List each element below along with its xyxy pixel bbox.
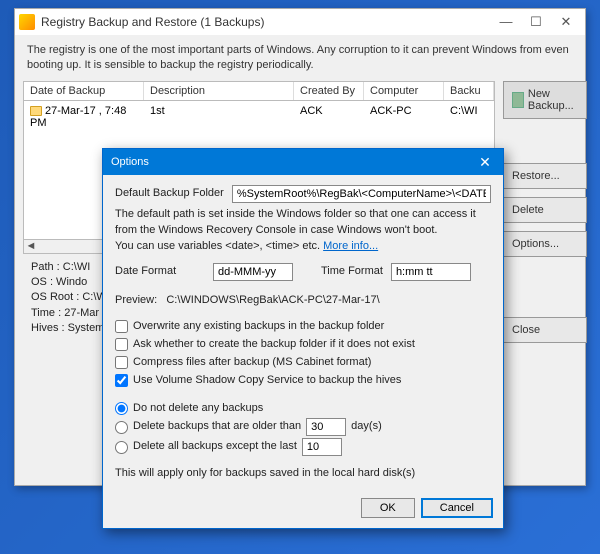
preview-value: C:\WINDOWS\RegBak\ACK-PC\27-Mar-17\ xyxy=(166,294,379,306)
table-row[interactable]: 27-Mar-17 , 7:48 PM 1st ACK ACK-PC C:\WI xyxy=(24,101,494,133)
vss-checkbox[interactable] xyxy=(115,374,128,387)
no-delete-radio[interactable] xyxy=(115,402,128,415)
overwrite-checkbox[interactable] xyxy=(115,320,128,333)
close-button-main[interactable]: Close xyxy=(503,317,587,343)
ask-create-label: Ask whether to create the backup folder … xyxy=(133,337,415,353)
vss-label: Use Volume Shadow Copy Service to backup… xyxy=(133,373,401,389)
maximize-button[interactable]: ☐ xyxy=(521,12,551,32)
dialog-titlebar: Options ✕ xyxy=(103,149,503,175)
app-icon xyxy=(19,14,35,30)
time-format-label: Time Format xyxy=(321,264,383,280)
new-backup-button[interactable]: New Backup... xyxy=(503,81,587,119)
col-date[interactable]: Date of Backup xyxy=(24,82,144,100)
time-format-input[interactable] xyxy=(391,263,471,281)
ask-create-checkbox[interactable] xyxy=(115,338,128,351)
overwrite-label: Overwrite any existing backups in the ba… xyxy=(133,319,384,335)
more-info-link[interactable]: More info... xyxy=(323,240,378,252)
main-title: Registry Backup and Restore (1 Backups) xyxy=(41,15,491,29)
restore-button[interactable]: Restore... xyxy=(503,163,587,189)
delete-except-radio[interactable] xyxy=(115,441,128,454)
date-format-input[interactable] xyxy=(213,263,293,281)
cell-created: ACK xyxy=(294,103,364,131)
delete-except-input[interactable] xyxy=(302,438,342,456)
col-computer[interactable]: Computer xyxy=(364,82,444,100)
window-controls: — ☐ ✕ xyxy=(491,12,581,32)
delete-older-input[interactable] xyxy=(306,418,346,436)
ok-button[interactable]: OK xyxy=(361,498,415,518)
col-created[interactable]: Created By xyxy=(294,82,364,100)
compress-checkbox[interactable] xyxy=(115,356,128,369)
compress-label: Compress files after backup (MS Cabinet … xyxy=(133,355,371,371)
dialog-title: Options xyxy=(111,156,475,168)
folder-icon xyxy=(30,106,42,116)
intro-text: The registry is one of the most importan… xyxy=(15,35,585,81)
new-backup-icon xyxy=(512,92,524,108)
date-format-label: Date Format xyxy=(115,264,205,280)
default-folder-input[interactable] xyxy=(232,185,491,203)
col-backup[interactable]: Backu xyxy=(444,82,494,100)
cell-backup: C:\WI xyxy=(444,103,494,131)
default-folder-label: Default Backup Folder xyxy=(115,186,224,202)
options-dialog: Options ✕ Default Backup Folder The defa… xyxy=(102,148,504,529)
right-panel: New Backup... Restore... Delete Options.… xyxy=(503,81,587,343)
delete-older-radio[interactable] xyxy=(115,421,128,434)
no-delete-label: Do not delete any backups xyxy=(133,401,263,417)
explain-text-2: You can use variables <date>, <time> etc… xyxy=(115,240,323,252)
minimize-button[interactable]: — xyxy=(491,12,521,32)
options-button[interactable]: Options... xyxy=(503,231,587,257)
col-desc[interactable]: Description xyxy=(144,82,294,100)
cell-date: 27-Mar-17 , 7:48 PM xyxy=(30,105,126,129)
cancel-button[interactable]: Cancel xyxy=(421,498,493,518)
grid-header: Date of Backup Description Created By Co… xyxy=(23,81,495,100)
close-button[interactable]: ✕ xyxy=(551,12,581,32)
apply-note: This will apply only for backups saved i… xyxy=(115,466,491,482)
dialog-close-icon[interactable]: ✕ xyxy=(475,154,495,171)
preview-label: Preview: xyxy=(115,294,157,306)
delete-older-label: Delete backups that are older than xyxy=(133,419,301,435)
delete-older-unit: day(s) xyxy=(351,419,382,435)
explain-text-1: The default path is set inside the Windo… xyxy=(115,207,491,239)
cell-computer: ACK-PC xyxy=(364,103,444,131)
delete-button[interactable]: Delete xyxy=(503,197,587,223)
delete-except-label: Delete all backups except the last xyxy=(133,439,297,455)
scroll-left-icon[interactable]: ◄ xyxy=(24,240,38,252)
main-titlebar: Registry Backup and Restore (1 Backups) … xyxy=(15,9,585,35)
cell-desc: 1st xyxy=(144,103,294,131)
